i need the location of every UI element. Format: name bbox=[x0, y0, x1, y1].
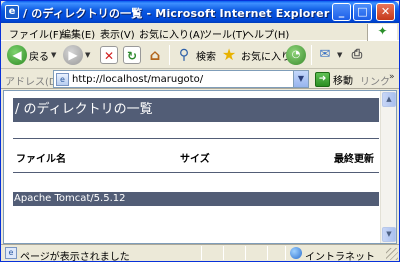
home-button[interactable]: ⌂ bbox=[145, 44, 165, 66]
home-icon: ⌂ bbox=[149, 46, 161, 64]
scroll-up-icon[interactable]: ▲ bbox=[382, 92, 396, 107]
divider bbox=[13, 138, 379, 139]
stop-icon: ✕ bbox=[100, 46, 118, 64]
status-divider bbox=[245, 246, 246, 260]
page-done-icon: e bbox=[5, 247, 17, 259]
stop-button[interactable]: ✕ bbox=[100, 44, 118, 66]
status-bar: e ページが表示されました イントラネット bbox=[1, 244, 399, 262]
search-icon: ⚲ bbox=[178, 47, 190, 63]
resize-grip[interactable] bbox=[386, 248, 398, 260]
print-button[interactable]: ⎙ bbox=[347, 44, 367, 66]
menu-help[interactable]: ヘルプ(H) bbox=[244, 26, 289, 41]
menu-file[interactable]: ファイル(F) bbox=[9, 26, 63, 41]
window-title: / のディレクトリの一覧 - Microsoft Internet Explor… bbox=[23, 7, 330, 20]
status-divider bbox=[223, 246, 224, 260]
close-button[interactable]: ✕ bbox=[376, 3, 395, 21]
go-label: 移動 bbox=[333, 75, 353, 87]
maximize-button[interactable]: □ bbox=[353, 3, 372, 21]
address-bar: アドレス(D) e http://localhost/marugoto/ ▼ ➜… bbox=[1, 69, 399, 89]
intranet-zone-icon bbox=[290, 247, 302, 259]
status-divider bbox=[267, 246, 268, 260]
star-icon: ★ bbox=[221, 45, 237, 64]
search-label: 検索 bbox=[196, 51, 216, 63]
address-url[interactable]: http://localhost/marugoto/ bbox=[72, 74, 293, 85]
ie-app-icon: e bbox=[5, 5, 19, 19]
forward-button[interactable]: ▶ ▼ bbox=[63, 44, 90, 66]
go-arrow-icon: ➜ bbox=[315, 71, 330, 87]
history-icon: ◔ bbox=[286, 45, 306, 65]
address-dropdown-icon[interactable]: ▼ bbox=[293, 71, 308, 87]
back-button[interactable]: ◀ 戻る ▼ bbox=[7, 44, 56, 66]
links-button[interactable]: リンク bbox=[360, 73, 390, 88]
column-header-size: サイズ bbox=[180, 154, 210, 165]
title-bar: e / のディレクトリの一覧 - Microsoft Internet Expl… bbox=[1, 1, 399, 23]
windows-logo-icon: ✦ bbox=[367, 24, 397, 41]
menu-view[interactable]: 表示(V) bbox=[100, 26, 135, 41]
print-icon: ⎙ bbox=[351, 47, 363, 62]
page-content: / のディレクトリの一覧 ファイル名 サイズ 最終更新 Apache Tomca… bbox=[3, 90, 397, 244]
server-footer: Apache Tomcat/5.5.12 bbox=[13, 192, 379, 206]
minimize-button[interactable]: _ bbox=[332, 3, 351, 21]
favorites-button[interactable]: ★ お気に入り bbox=[219, 44, 291, 66]
refresh-button[interactable]: ↻ bbox=[123, 44, 141, 66]
forward-dropdown-icon[interactable]: ▼ bbox=[85, 51, 90, 59]
links-chevron-icon[interactable]: » bbox=[389, 72, 395, 82]
status-text: ページが表示されました bbox=[20, 252, 130, 262]
forward-arrow-icon: ▶ bbox=[63, 45, 83, 65]
menu-favorites[interactable]: お気に入り(A) bbox=[139, 26, 204, 41]
status-divider bbox=[201, 246, 202, 260]
security-zone-text: イントラネット bbox=[305, 252, 375, 262]
browser-window: e / のディレクトリの一覧 - Microsoft Internet Expl… bbox=[0, 0, 400, 262]
menu-bar: ファイル(F) 編集(E) 表示(V) お気に入り(A) ツール(T) ヘルプ(… bbox=[1, 23, 399, 41]
toolbar-separator bbox=[169, 45, 170, 65]
mail-dropdown-icon[interactable]: ▼ bbox=[337, 51, 342, 59]
menu-tools[interactable]: ツール(T) bbox=[202, 26, 246, 41]
back-dropdown-icon[interactable]: ▼ bbox=[51, 51, 56, 59]
scroll-down-icon[interactable]: ▼ bbox=[382, 227, 396, 242]
go-button[interactable]: ➜ 移動 bbox=[315, 70, 353, 88]
menu-edit[interactable]: 編集(E) bbox=[61, 26, 95, 41]
address-input[interactable]: e http://localhost/marugoto/ ▼ bbox=[53, 70, 309, 88]
back-label: 戻る bbox=[29, 51, 49, 63]
toolbar-separator bbox=[311, 45, 312, 65]
toolbar: ◀ 戻る ▼ ▶ ▼ ✕ ↻ ⌂ ⚲ 検索 ★ お気に入り ◔ ✉ ▼ ⎙ bbox=[1, 41, 399, 69]
vertical-scrollbar[interactable]: ▲ ▼ bbox=[380, 91, 396, 243]
page-icon: e bbox=[56, 72, 69, 86]
favorites-label: お気に入り bbox=[241, 51, 291, 63]
back-arrow-icon: ◀ bbox=[7, 45, 27, 65]
divider bbox=[13, 172, 379, 173]
refresh-icon: ↻ bbox=[123, 46, 141, 64]
mail-icon: ✉ bbox=[319, 47, 331, 62]
column-header-filename: ファイル名 bbox=[16, 154, 66, 165]
page-title: / のディレクトリの一覧 bbox=[13, 98, 379, 122]
mail-button[interactable]: ✉ ▼ bbox=[315, 44, 343, 66]
status-divider bbox=[285, 246, 286, 260]
search-button[interactable]: ⚲ 検索 bbox=[174, 44, 216, 66]
column-header-modified: 最終更新 bbox=[334, 154, 374, 165]
history-button[interactable]: ◔ bbox=[286, 44, 306, 66]
